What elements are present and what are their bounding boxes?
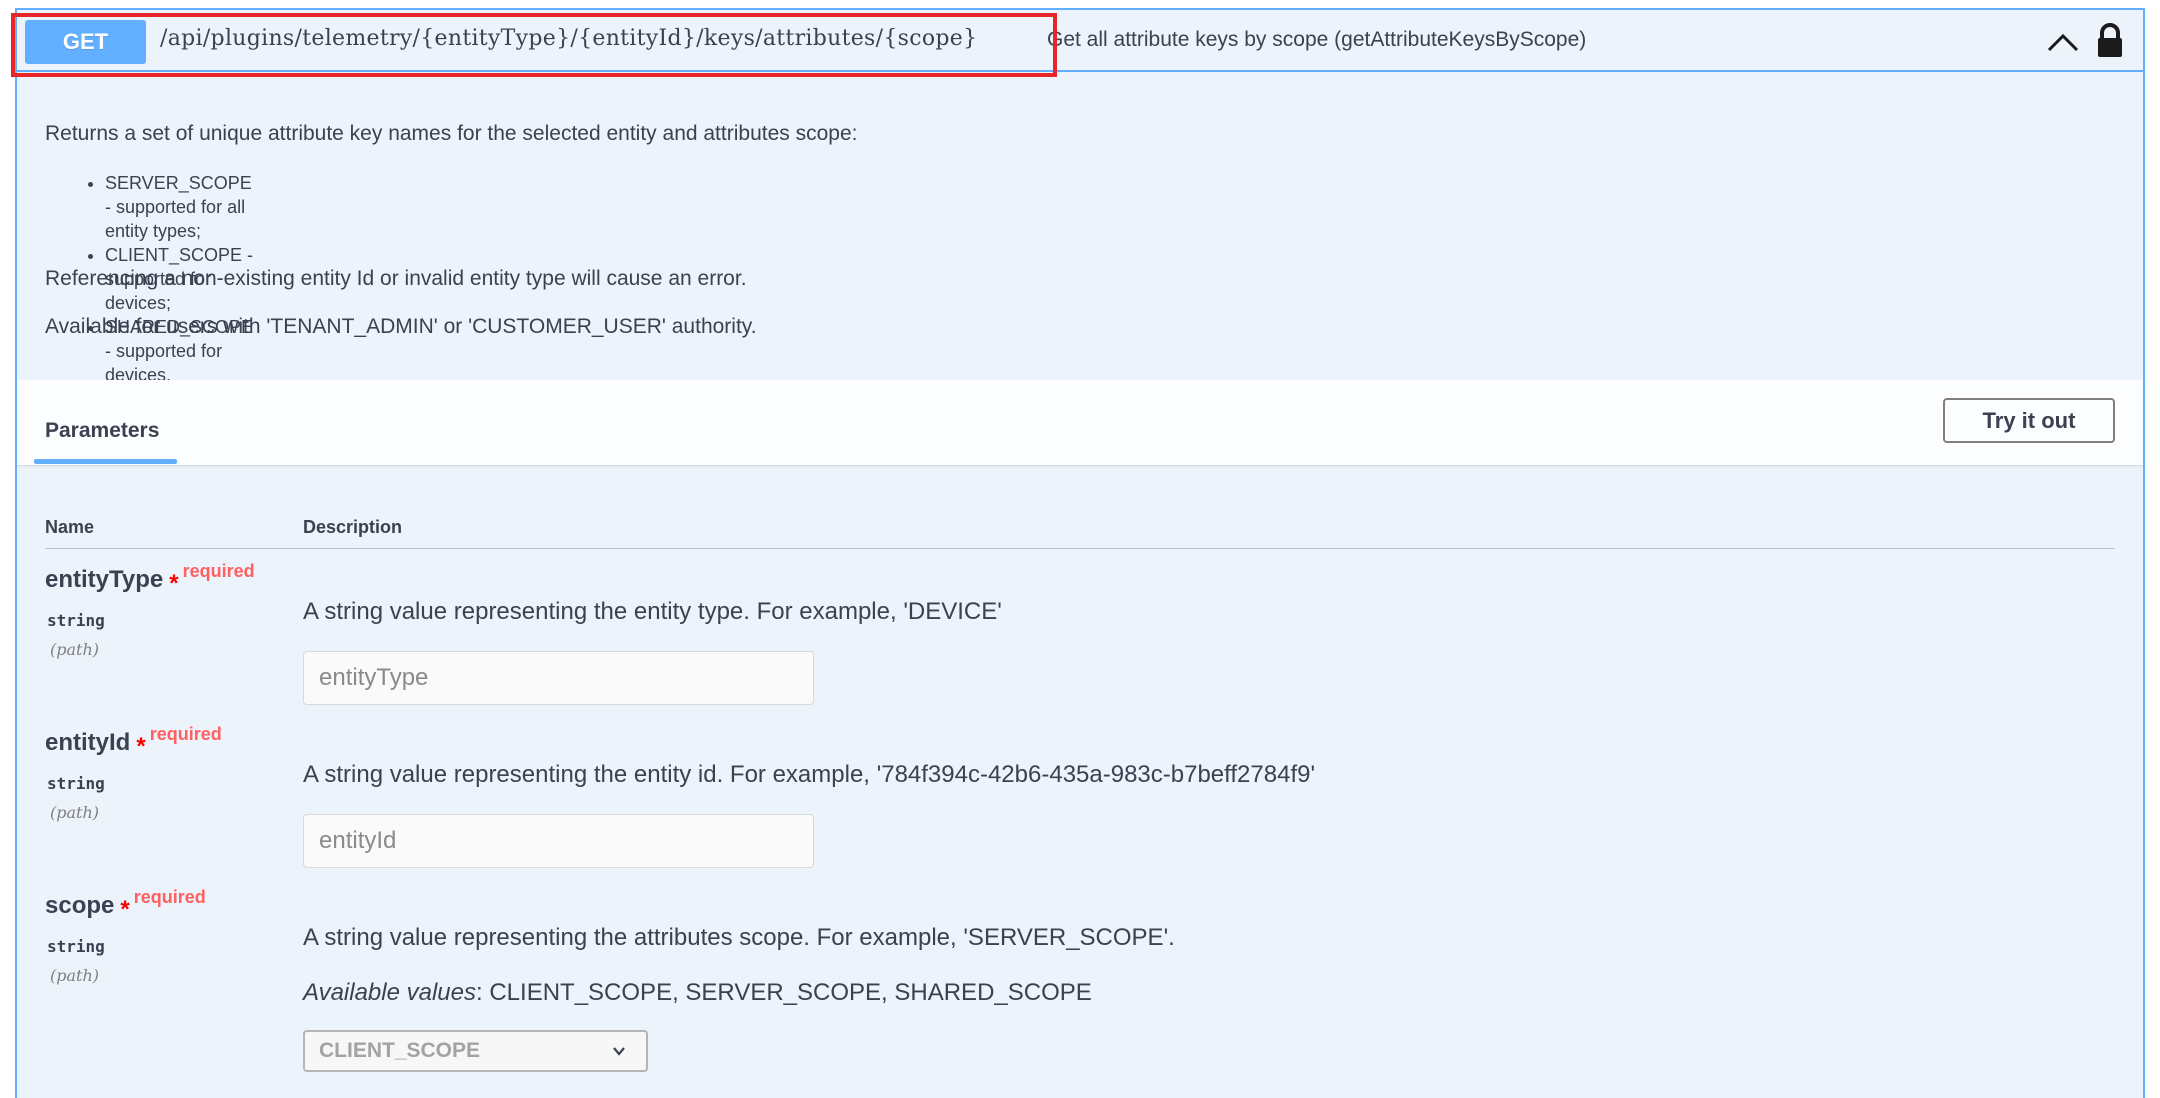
column-header-name: Name <box>45 517 95 537</box>
operation-summary-description: Get all attribute keys by scope (getAttr… <box>1047 28 1587 51</box>
chevron-down-icon <box>613 1047 625 1056</box>
param-location: (path) <box>50 803 99 822</box>
header-divider <box>45 548 2115 549</box>
available-values: Available values: CLIENT_SCOPE, SERVER_S… <box>303 979 1092 1007</box>
try-it-out-button[interactable]: Try it out <box>1943 398 2115 443</box>
method-badge: GET <box>25 20 146 64</box>
scope-select-value: CLIENT_SCOPE <box>319 1039 481 1062</box>
param-type: string <box>47 774 105 793</box>
description-auth-note: Available for users with 'TENANT_ADMIN' … <box>45 315 757 338</box>
description-error-note: Referencing a non-existing entity Id or … <box>45 267 747 290</box>
lock-icon[interactable] <box>2093 22 2127 60</box>
param-description: A string value representing the entity t… <box>303 598 1002 625</box>
operation-block: GET /api/plugins/telemetry/{entityType}/… <box>11 8 2145 1098</box>
required-star: * <box>120 896 130 923</box>
parameters-header: Parameters Try it out <box>17 380 2143 466</box>
entityid-input[interactable] <box>303 814 814 868</box>
tab-parameters[interactable]: Parameters <box>45 419 159 443</box>
param-name-text: entityType <box>45 566 164 593</box>
required-star: * <box>169 570 179 597</box>
required-star: * <box>136 733 146 760</box>
operation-summary[interactable]: GET /api/plugins/telemetry/{entityType}/… <box>17 10 2143 72</box>
required-label: required <box>182 561 255 581</box>
list-item: SERVER_SCOPE - supported for all entity … <box>105 171 253 243</box>
param-location: (path) <box>50 966 99 985</box>
available-values-list: : CLIENT_SCOPE, SERVER_SCOPE, SHARED_SCO… <box>476 979 1092 1006</box>
param-type: string <box>47 611 105 630</box>
param-name-text: scope <box>45 892 115 919</box>
param-name-text: entityId <box>45 729 131 756</box>
chevron-up-icon[interactable] <box>2045 28 2081 58</box>
param-name-entitytype: entityType * required <box>45 561 255 597</box>
available-values-label: Available values <box>303 979 477 1006</box>
required-label: required <box>133 887 206 907</box>
entitytype-input[interactable] <box>303 651 814 705</box>
param-location: (path) <box>50 640 99 659</box>
tab-active-indicator <box>34 459 177 464</box>
scope-select[interactable]: CLIENT_SCOPE <box>303 1030 648 1072</box>
param-description: A string value representing the attribut… <box>303 924 1175 951</box>
param-type: string <box>47 937 105 956</box>
param-description: A string value representing the entity i… <box>303 761 1316 788</box>
endpoint-path: /api/plugins/telemetry/{entityType}/{ent… <box>160 26 978 51</box>
column-header-description: Description <box>303 517 403 537</box>
description-intro: Returns a set of unique attribute key na… <box>45 122 858 145</box>
param-name-entityid: entityId * required <box>45 724 222 760</box>
param-name-scope: scope * required <box>45 887 206 923</box>
required-label: required <box>149 724 222 744</box>
